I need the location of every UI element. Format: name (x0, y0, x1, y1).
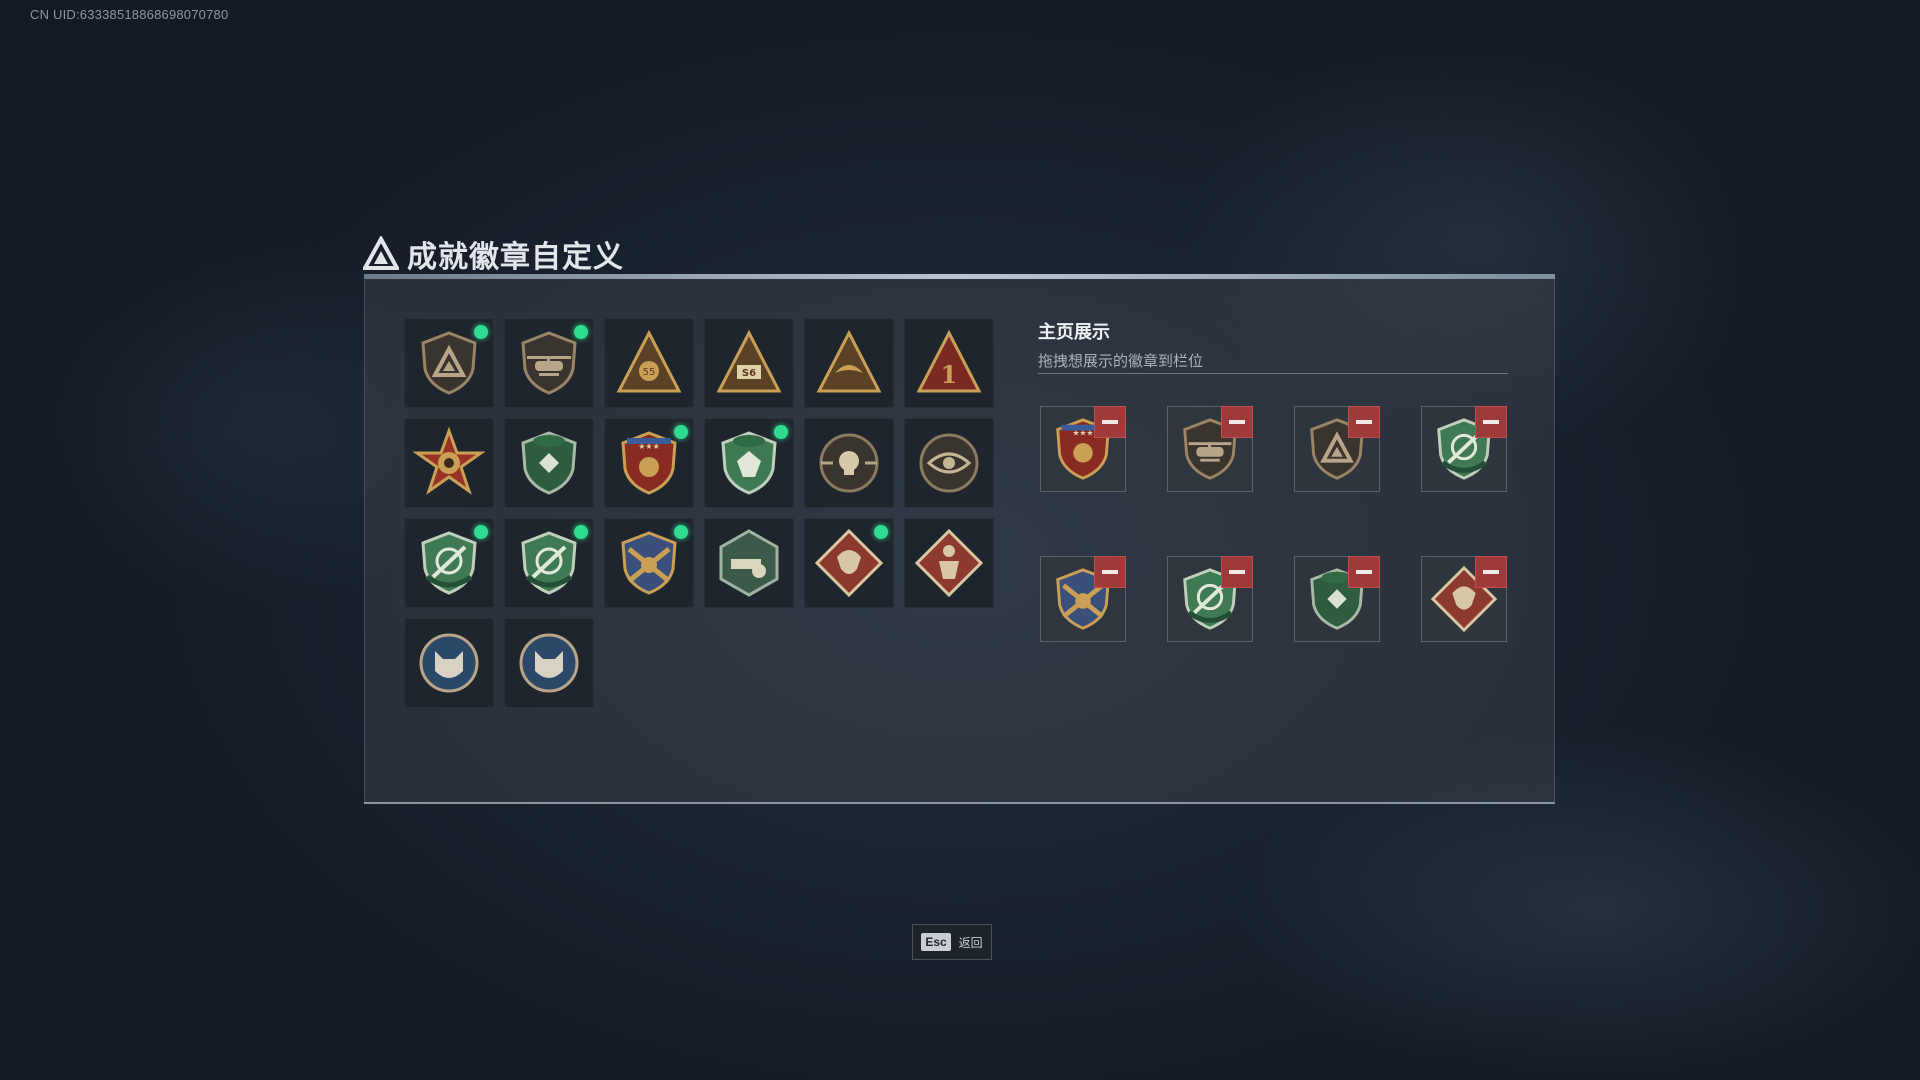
new-indicator-dot (674, 425, 688, 439)
blue-wolf-badge-icon (419, 633, 479, 693)
badge-cell[interactable] (504, 318, 594, 408)
badge-cell[interactable] (404, 618, 494, 708)
minus-icon (1483, 420, 1499, 424)
remove-badge-button[interactable] (1475, 556, 1507, 588)
remove-badge-button[interactable] (1221, 406, 1253, 438)
badge-cell[interactable]: ★★★ (604, 418, 694, 508)
green-beret-shield-badge-icon (521, 431, 577, 495)
skull-crosshair-badge-icon (819, 433, 879, 493)
remove-badge-button[interactable] (1475, 406, 1507, 438)
badge-cell[interactable] (804, 318, 894, 408)
gold-triangle-badge-icon: 55 (616, 329, 682, 393)
badge-cell[interactable]: S6 (704, 318, 794, 408)
hexagon-cannon-badge-icon (719, 529, 779, 597)
esc-key-hint: Esc (921, 933, 951, 951)
shield-triangle-badge-icon (421, 331, 477, 395)
badge-cell[interactable] (804, 518, 894, 608)
svg-text:55: 55 (643, 367, 656, 378)
blue-wolf-badge-icon (519, 633, 579, 693)
badge-collection-grid: 55 S6 1 ★★★ (404, 318, 994, 708)
panel-bottom-line (364, 802, 1555, 804)
eye-circle-badge-icon (919, 433, 979, 493)
helicopter-shield-badge-icon (521, 331, 577, 395)
showcase-slot[interactable] (1167, 556, 1253, 642)
green-gem-shield-badge-icon (721, 431, 777, 495)
minus-icon (1102, 420, 1118, 424)
showcase-title: 主页展示 (1038, 322, 1110, 342)
minus-icon (1483, 570, 1499, 574)
back-button[interactable]: Esc 返回 (912, 924, 992, 960)
badge-cell[interactable] (904, 518, 994, 608)
remove-badge-button[interactable] (1348, 556, 1380, 588)
new-indicator-dot (674, 525, 688, 539)
new-indicator-dot (774, 425, 788, 439)
minus-icon (1356, 570, 1372, 574)
showcase-slot[interactable] (1421, 556, 1507, 642)
dragon-diamond-badge-icon (814, 528, 884, 598)
svg-text:1: 1 (941, 360, 958, 389)
page-title: 成就徽章自定义 (363, 232, 624, 276)
green-rifle-shield-badge-icon (421, 531, 477, 595)
showcase-slot[interactable] (1294, 556, 1380, 642)
showcase-divider (1038, 373, 1508, 374)
minus-icon (1356, 420, 1372, 424)
gold-bird-triangle-badge-icon (816, 329, 882, 393)
new-indicator-dot (574, 325, 588, 339)
badge-cell[interactable] (404, 518, 494, 608)
showcase-slot[interactable] (1294, 406, 1380, 492)
svg-text:★★★: ★★★ (638, 442, 660, 451)
new-indicator-dot (874, 525, 888, 539)
showcase-slot[interactable] (1421, 406, 1507, 492)
soldier-diamond-badge-icon (914, 528, 984, 598)
new-indicator-dot (474, 525, 488, 539)
homepage-showcase-header: 主页展示 拖拽想展示的徽章到栏位 (1038, 318, 1508, 371)
page-title-text: 成就徽章自定义 (407, 240, 624, 275)
red-eagle-stars-badge-icon: ★★★ (621, 431, 677, 495)
showcase-slot[interactable] (1040, 556, 1126, 642)
badge-cell[interactable] (404, 418, 494, 508)
number-one-triangle-badge-icon: 1 (916, 329, 982, 393)
showcase-subtitle: 拖拽想展示的徽章到栏位 (1038, 353, 1204, 370)
remove-badge-button[interactable] (1348, 406, 1380, 438)
badge-cell[interactable] (804, 418, 894, 508)
remove-badge-button[interactable] (1094, 556, 1126, 588)
badge-cell[interactable] (704, 418, 794, 508)
green-rifle-shield-badge-icon (521, 531, 577, 595)
remove-badge-button[interactable] (1221, 556, 1253, 588)
badge-cell[interactable]: 1 (904, 318, 994, 408)
back-label: 返回 (958, 935, 983, 950)
badge-cell[interactable] (604, 518, 694, 608)
showcase-slot[interactable] (1167, 406, 1253, 492)
new-indicator-dot (474, 325, 488, 339)
badge-cell[interactable] (404, 318, 494, 408)
badge-cell[interactable]: 55 (604, 318, 694, 408)
minus-icon (1229, 420, 1245, 424)
badge-cell[interactable] (904, 418, 994, 508)
badge-cell[interactable] (704, 518, 794, 608)
showcase-slots: ★★★ (1040, 406, 1507, 642)
panel-accent-bar (364, 274, 1555, 279)
star-eagle-badge-icon (413, 427, 485, 495)
minus-icon (1229, 570, 1245, 574)
player-uid: CN UID:63338518868698070780 (30, 7, 229, 22)
gold-crossed-rifles-badge-icon (621, 531, 677, 595)
new-indicator-dot (574, 525, 588, 539)
minus-icon (1102, 570, 1118, 574)
badge-cell[interactable] (504, 618, 594, 708)
s6-triangle-badge-icon: S6 (716, 329, 782, 393)
badge-cell[interactable] (504, 518, 594, 608)
remove-badge-button[interactable] (1094, 406, 1126, 438)
svg-text:S6: S6 (742, 368, 756, 379)
delta-logo-icon (363, 236, 399, 270)
badge-cell[interactable] (504, 418, 594, 508)
showcase-slot[interactable]: ★★★ (1040, 406, 1126, 492)
svg-text:★★★: ★★★ (1073, 428, 1094, 437)
